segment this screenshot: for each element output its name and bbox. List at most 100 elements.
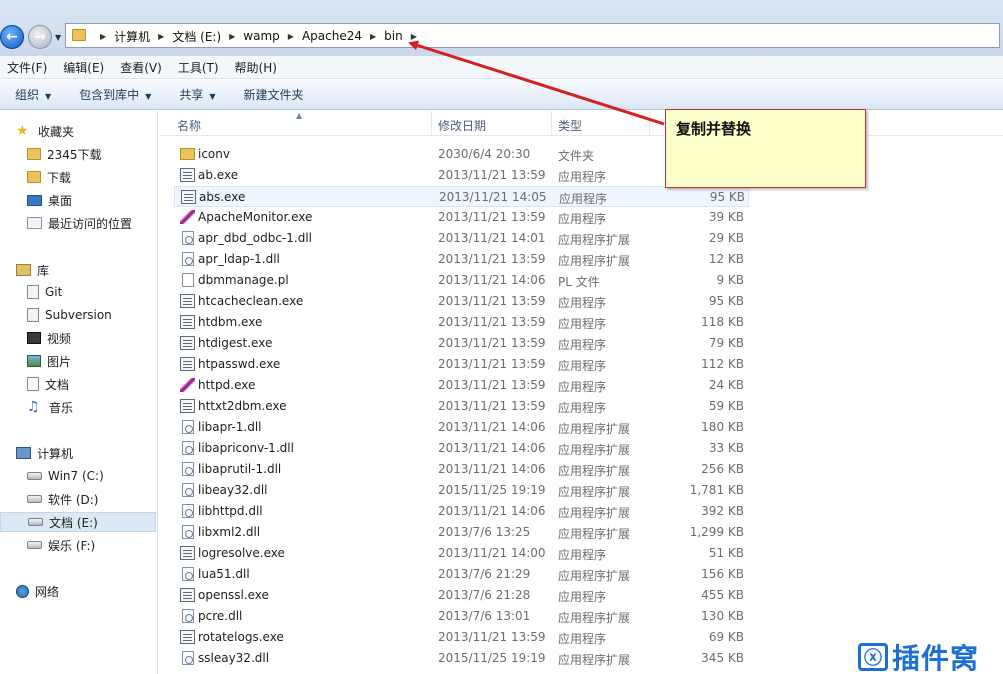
application-icon [180,588,195,602]
breadcrumb-separator-icon[interactable]: ▶ [411,32,417,41]
table-row[interactable]: libhttpd.dll 2013/11/21 14:06 应用程序扩展 392 KB [174,501,749,522]
menu-item[interactable]: 工具(T) [178,59,219,76]
breadcrumb-separator-icon[interactable]: ▶ [229,32,235,41]
breadcrumb-item[interactable]: wamp [243,29,279,43]
breadcrumb-item[interactable]: 文档 (E:) [172,28,221,45]
nav-item[interactable]: 娱乐 (F:) [23,535,95,555]
folder-icon [27,148,41,160]
nav-item-label: 计算机 [37,446,74,461]
apache-feather-icon [180,210,195,224]
nav-item[interactable]: Git [23,282,62,302]
command-button[interactable]: 新建文件夹 [244,86,304,103]
table-row[interactable]: ab.exe 2013/11/21 13:59 应用程序 [174,165,749,186]
column-type[interactable]: 类型 [558,117,582,134]
library-icon [16,264,31,276]
table-row[interactable]: iconv 2030/6/4 20:30 文件夹 [174,144,749,165]
table-row[interactable]: lua51.dll 2013/7/6 21:29 应用程序扩展 156 KB [174,564,749,585]
nav-item[interactable]: 计算机 [12,443,73,463]
table-row[interactable]: httpd.exe 2013/11/21 13:59 应用程序 24 KB [174,375,749,396]
nav-item[interactable]: 库 [12,260,49,280]
command-button[interactable]: 包含到库中 ▼ [79,86,151,103]
nav-item[interactable]: 文档 [23,374,69,394]
table-row[interactable]: libapr-1.dll 2013/11/21 14:06 应用程序扩展 180 KB [174,417,749,438]
file-name: httxt2dbm.exe [198,399,287,413]
table-row[interactable]: ApacheMonitor.exe 2013/11/21 13:59 应用程序 39 … [174,207,749,228]
application-icon [180,294,195,308]
nav-item[interactable]: Win7 (C:) [23,466,104,486]
nav-item[interactable]: 2345下载 [23,144,102,164]
command-bar: 组织 ▼ 包含到库中 ▼ 共享 ▼ 新建文件夹 [0,80,1003,110]
table-row[interactable]: libaprutil-1.dll 2013/11/21 14:06 应用程序扩展 25… [174,459,749,480]
file-date: 2013/11/21 13:59 [438,378,546,392]
recent-places-icon [27,217,42,229]
nav-item[interactable]: 桌面 [23,190,72,210]
table-row[interactable]: pcre.dll 2013/7/6 13:01 应用程序扩展 130 KB [174,606,749,627]
breadcrumb-separator-icon[interactable]: ▶ [100,32,106,41]
back-button[interactable]: ← [0,25,24,49]
file-date: 2015/11/25 19:19 [438,651,546,665]
file-type: 应用程序扩展 [558,443,631,457]
file-type: 应用程序扩展 [558,233,631,247]
table-row[interactable]: openssl.exe 2013/7/6 21:28 应用程序 455 KB [174,585,749,606]
file-type: 应用程序 [558,296,607,310]
table-row[interactable]: htdbm.exe 2013/11/21 13:59 应用程序 118 KB [174,312,749,333]
nav-item[interactable]: 图片 [23,351,71,371]
table-row[interactable]: dbmmanage.pl 2013/11/21 14:06 PL 文件 9 KB [174,270,749,291]
table-row[interactable]: htdigest.exe 2013/11/21 13:59 应用程序 79 KB [174,333,749,354]
table-row[interactable]: apr_ldap-1.dll 2013/11/21 13:59 应用程序扩展 12 K… [174,249,749,270]
file-type: 应用程序 [558,401,607,415]
breadcrumb-item[interactable]: 计算机 [114,28,150,45]
table-row[interactable]: ssleay32.dll 2015/11/25 19:19 应用程序扩展 345 KB [174,648,749,669]
file-date: 2013/7/6 13:01 [438,609,531,623]
table-row[interactable]: apr_dbd_odbc-1.dll 2013/11/21 14:01 应用程序扩展… [174,228,749,249]
nav-item[interactable]: 下载 [23,167,71,187]
breadcrumb-separator-icon[interactable]: ▶ [288,32,294,41]
desktop-icon [27,194,42,206]
file-size: 112 KB [701,357,744,371]
nav-item[interactable]: 网络 [12,581,59,601]
recent-pages-dropdown-icon[interactable]: ▼ [55,33,61,42]
forward-button[interactable]: → [28,25,52,49]
breadcrumb-separator-icon[interactable]: ▶ [158,32,164,41]
menu-item[interactable]: 编辑(E) [63,59,104,76]
nav-item[interactable]: Subversion [23,305,112,325]
nav-item[interactable]: 文档 (E:) [0,512,156,532]
table-row[interactable]: libapriconv-1.dll 2013/11/21 14:06 应用程序扩展 3… [174,438,749,459]
chevron-down-icon: ▼ [209,92,216,101]
git-icon [27,285,39,299]
file-size: 39 KB [708,210,744,224]
file-name: htpasswd.exe [198,357,281,371]
command-button[interactable]: 共享 ▼ [179,86,215,103]
menu-item[interactable]: 文件(F) [7,59,47,76]
table-row[interactable]: rotatelogs.exe 2013/11/21 13:59 应用程序 69 KB [174,627,749,648]
menu-item[interactable]: 查看(V) [120,59,162,76]
file-name: abs.exe [199,190,246,204]
menu-item[interactable]: 帮助(H) [235,59,277,76]
table-row[interactable]: libeay32.dll 2015/11/25 19:19 应用程序扩展 1,781 … [174,480,749,501]
column-date[interactable]: 修改日期 [438,117,486,134]
file-size: 180 KB [701,420,744,434]
table-row[interactable]: htpasswd.exe 2013/11/21 13:59 应用程序 112 KB [174,354,749,375]
breadcrumb-item[interactable]: bin [384,29,403,43]
table-row[interactable]: logresolve.exe 2013/11/21 14:00 应用程序 51 KB [174,543,749,564]
table-row[interactable]: htcacheclean.exe 2013/11/21 13:59 应用程序 95 K… [174,291,749,312]
nav-item[interactable]: 最近访问的位置 [23,213,132,233]
file-date: 2030/6/4 20:30 [438,147,531,161]
file-size: 345 KB [701,651,744,665]
command-button[interactable]: 组织 ▼ [15,86,51,103]
nav-item[interactable]: 软件 (D:) [23,489,98,509]
watermark-text: 插件窝 [892,642,980,674]
table-row[interactable]: libxml2.dll 2013/7/6 13:25 应用程序扩展 1,299 KB [174,522,749,543]
breadcrumb-separator-icon[interactable]: ▶ [370,32,376,41]
nav-item[interactable]: ♫ 音乐 [23,397,73,417]
folder-icon [180,148,195,160]
address-bar[interactable]: ▶ 计算机 ▶ 文档 (E:) ▶ wamp ▶ Apache24 ▶ bin ▶ [65,23,1000,48]
drive-icon [28,518,43,526]
nav-item[interactable]: 视频 [23,328,71,348]
table-row[interactable]: httxt2dbm.exe 2013/11/21 13:59 应用程序 59 KB [174,396,749,417]
table-row[interactable]: abs.exe 2013/11/21 14:05 应用程序 95 KB [174,186,749,207]
nav-item[interactable]: ★ 收藏夹 [12,121,74,141]
column-name[interactable]: 名称 [177,117,201,134]
breadcrumb-item[interactable]: Apache24 [302,29,362,43]
file-date: 2013/11/21 13:59 [438,336,546,350]
